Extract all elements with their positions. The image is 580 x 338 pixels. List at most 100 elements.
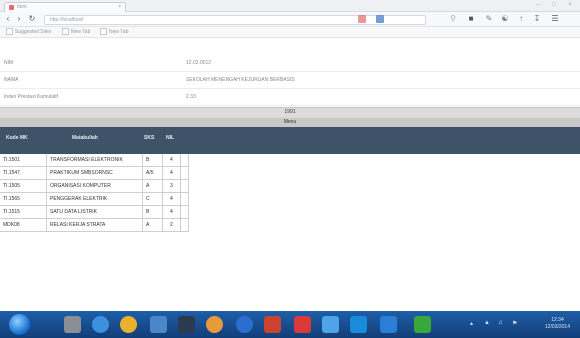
- cell-course: RELASI KERJA STRATA: [50, 222, 106, 228]
- menu-icon[interactable]: ☰: [550, 14, 560, 24]
- menu-label: Menu: [283, 119, 297, 125]
- table-header: Kode MK Matakuliah SKS NIL: [0, 127, 580, 154]
- cell-credits: 4: [170, 170, 173, 176]
- browser-icon[interactable]: [236, 316, 253, 333]
- table-row: TI.1505 ORGANISASI KOMPUTER A 3: [0, 180, 188, 193]
- cell-credits: 4: [170, 209, 173, 215]
- cell-code: TI.1505: [3, 183, 20, 189]
- internet-explorer-icon[interactable]: [92, 316, 109, 333]
- forward-icon[interactable]: ›: [14, 14, 24, 24]
- page-icon: [100, 28, 107, 35]
- cell-credits: 4: [170, 157, 173, 163]
- tray-arrow-icon[interactable]: ▴: [470, 320, 473, 327]
- cell-grade: B: [146, 209, 150, 215]
- column-divider: [142, 154, 143, 232]
- app-icon[interactable]: [380, 316, 397, 333]
- address-bar[interactable]: http://localhost/: [44, 15, 426, 25]
- chrome-icon[interactable]: [120, 316, 137, 333]
- tab-favicon-icon: [9, 5, 14, 10]
- cell-credits: 2: [170, 222, 173, 228]
- download-icon[interactable]: ↧: [532, 14, 542, 24]
- table-row: MDK08 RELASI KERJA STRATA A 2: [0, 219, 188, 232]
- info-value: SEKOLAH MENENGAH KEJURUAN BERBASIS: [186, 77, 295, 83]
- page-icon: [6, 28, 13, 35]
- tab-title: Item: [17, 4, 27, 10]
- clock-date: 12/03/2014: [544, 324, 570, 330]
- info-row-nama: NAMA SEKOLAH MENENGAH KEJURUAN BERBASIS: [0, 72, 580, 89]
- bookmark-item[interactable]: New Tab: [62, 28, 90, 35]
- share-icon[interactable]: ↑: [516, 14, 526, 24]
- cell-grade: A/5: [146, 170, 154, 176]
- cell-course: SATU DATA LISTRIK: [50, 209, 97, 215]
- cell-code: TI.1501: [3, 157, 20, 163]
- column-header: SKS: [144, 135, 155, 141]
- cell-course: TRANSFORMASI ELEKTRONIK: [50, 157, 123, 163]
- app-icon[interactable]: [178, 316, 195, 333]
- column-divider: [162, 154, 163, 232]
- year-bar: 1991: [0, 107, 580, 118]
- column-header: NIL: [166, 135, 175, 141]
- windows-taskbar: ▴ ▲ ♫ ⚑ 12:34 12/03/2014: [0, 311, 580, 338]
- browser-nav-bar: ‹ › ↻ http://localhost/ ⚲ ■ ✎ ☯ ↑ ↧ ☰: [0, 12, 580, 27]
- menu-bar: Menu: [0, 118, 580, 127]
- bookmark-item[interactable]: New Tab: [100, 28, 128, 35]
- cell-code: TI.1565: [3, 196, 20, 202]
- cell-course: PENGGERAK ELEKTRIK: [50, 196, 108, 202]
- column-divider: [180, 154, 181, 232]
- file-explorer-icon[interactable]: [150, 316, 167, 333]
- info-label: Index Prestasi Kumulatif: [4, 94, 58, 100]
- extension-icon[interactable]: [358, 15, 366, 23]
- terminal-icon[interactable]: [414, 316, 431, 333]
- maximize-icon[interactable]: □: [548, 1, 560, 9]
- start-button-icon[interactable]: [9, 314, 30, 335]
- paint-icon[interactable]: [206, 316, 223, 333]
- minimize-icon[interactable]: –: [532, 1, 544, 9]
- bookmark-item[interactable]: Suggested Sites: [6, 28, 51, 35]
- cell-grade: A: [146, 222, 150, 228]
- column-header: Matakuliah: [72, 135, 98, 141]
- search-icon[interactable]: ⚲: [448, 14, 458, 24]
- translate-icon[interactable]: ☯: [500, 14, 510, 24]
- info-label: NIM: [4, 60, 14, 66]
- cell-code: TI.1515: [3, 209, 20, 215]
- address-bar-text: http://localhost/: [50, 17, 84, 23]
- table-row: TI.1501 TRANSFORMASI ELEKTRONIK B 4: [0, 154, 188, 167]
- page-icon: [62, 28, 69, 35]
- pocket-icon[interactable]: ■: [466, 14, 476, 24]
- info-value: 12.02.0012: [186, 60, 212, 66]
- browser-tab[interactable]: Item ×: [4, 2, 126, 12]
- volume-icon[interactable]: ♫: [498, 320, 503, 326]
- app-icon[interactable]: [322, 316, 339, 333]
- app-icon[interactable]: [264, 316, 281, 333]
- column-divider: [46, 154, 47, 232]
- flag-icon[interactable]: ⚑: [512, 320, 517, 327]
- info-label: NAMA: [4, 77, 19, 83]
- year-label: 1991: [284, 109, 296, 115]
- cell-grade: C: [146, 196, 150, 202]
- cell-grade: A: [146, 183, 150, 189]
- info-row-nim: NIM 12.02.0012: [0, 55, 580, 72]
- network-icon[interactable]: ▲: [484, 320, 490, 326]
- info-value: 2.33: [186, 94, 196, 100]
- cell-credits: 4: [170, 196, 173, 202]
- tab-close-icon[interactable]: ×: [118, 4, 121, 10]
- info-row-ipk: Index Prestasi Kumulatif 2.33: [0, 89, 580, 106]
- system-clock[interactable]: 12:34 12/03/2014: [545, 317, 570, 331]
- cell-grade: B: [146, 157, 150, 163]
- bookmarks-bar: Suggested Sites New Tab New Tab: [0, 27, 580, 38]
- cell-course: ORGANISASI KOMPUTER: [50, 183, 111, 189]
- table-row: TI.1547 PRAKTIKUM SMBSORNSC A/5 4: [0, 167, 188, 180]
- clock-time: 12:34: [551, 317, 564, 323]
- extension-icon[interactable]: [376, 15, 384, 23]
- reader-icon[interactable]: ✎: [484, 14, 494, 24]
- close-window-icon[interactable]: ×: [564, 1, 576, 9]
- table-row: TI.1515 SATU DATA LISTRIK B 4: [0, 206, 188, 219]
- reload-icon[interactable]: ↻: [27, 14, 37, 24]
- media-player-icon[interactable]: [64, 316, 81, 333]
- column-divider: [188, 154, 189, 232]
- column-header: Kode MK: [6, 135, 28, 141]
- app-icon[interactable]: [294, 316, 311, 333]
- back-icon[interactable]: ‹: [3, 14, 13, 24]
- app-icon[interactable]: [350, 316, 367, 333]
- cell-credits: 3: [170, 183, 173, 189]
